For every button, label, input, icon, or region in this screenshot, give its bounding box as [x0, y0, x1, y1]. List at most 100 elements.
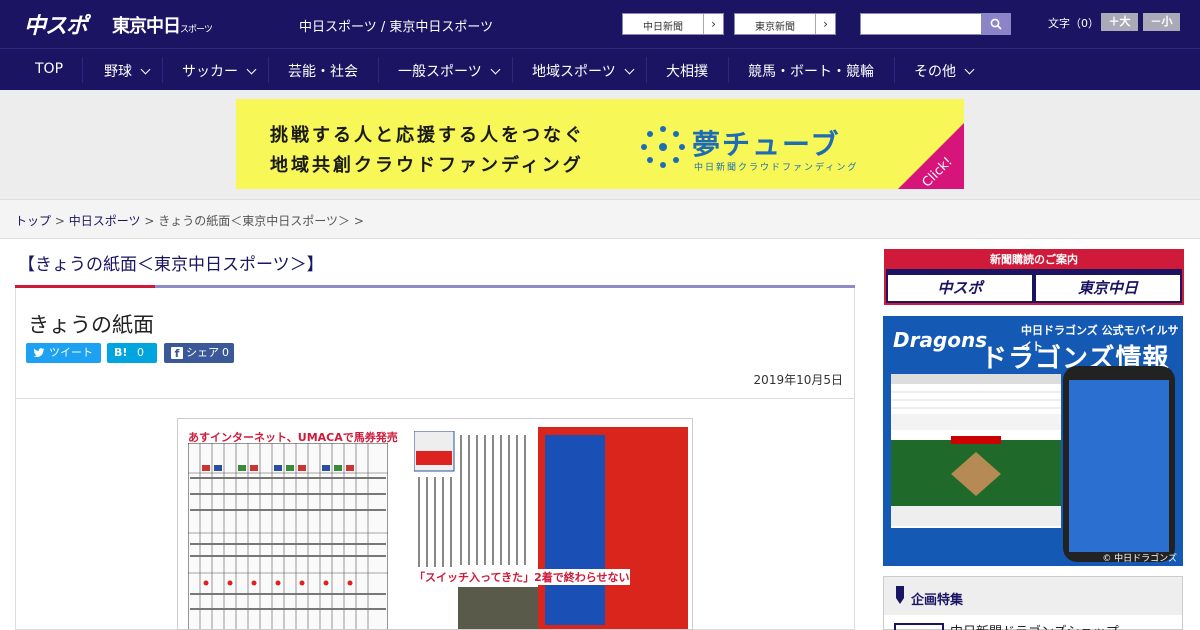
font-size-label: 文字（0）	[1048, 17, 1099, 30]
nav-item-racing[interactable]: 競馬・ボート・競輪	[748, 61, 874, 81]
banner-line-1: 挑戦する人と応援する人をつなぐ	[270, 125, 585, 146]
subscription-title: 新聞購読のご案内	[886, 251, 1182, 269]
dragons-logo: Dragons	[893, 328, 988, 352]
nav-label: TOP	[35, 61, 64, 77]
race-card-table-graphic	[188, 443, 388, 629]
breadcrumb-separator: >	[353, 214, 364, 228]
breadcrumb-trail: トップ > 中日スポーツ > きょうの紙面＜東京中日スポーツ＞ >	[15, 212, 364, 229]
newspaper-front-page-image[interactable]: あすインターネット、UMACAで馬券発売 「スイッチ入ってきた」2着で終わらせな…	[177, 418, 693, 630]
twitter-icon	[33, 348, 45, 358]
chuspo-logo[interactable]: 中スポ	[24, 8, 88, 40]
nav-divider	[162, 57, 163, 83]
facebook-share-label: シェア	[186, 346, 219, 359]
search-input[interactable]	[860, 13, 982, 35]
chevron-down-icon	[246, 64, 257, 75]
hatena-bookmark-button[interactable]: B! 0	[107, 343, 157, 363]
tokyo-logo-small: スポーツ	[180, 25, 213, 35]
newspaper-caption: 「スイッチ入ってきた」2着で終わらせない	[414, 569, 630, 585]
tokyo-logo-text: 東京中日	[112, 16, 181, 37]
main-nav: TOP 野球 サッカー 芸能・社会 一般スポーツ 地域スポーツ 大相撲 競馬・ボ…	[0, 48, 1200, 90]
nav-divider	[268, 57, 269, 83]
article-divider	[16, 398, 854, 399]
special-features-header: 企画特集	[884, 577, 1182, 615]
hatena-bookmark-icon: B!	[114, 346, 128, 359]
chevron-down-icon	[490, 64, 501, 75]
nav-label: 一般スポーツ	[398, 64, 482, 80]
chevron-right-icon: ›	[703, 14, 723, 34]
banner-line-2: 地域共創クラウドファンディング	[270, 155, 584, 176]
chevron-right-icon: ›	[815, 14, 835, 34]
search-icon	[990, 18, 1002, 30]
tokyo-shimbun-label: 東京新聞	[755, 22, 795, 33]
nav-divider	[512, 57, 513, 83]
nav-item-baseball[interactable]: 野球	[104, 61, 151, 81]
facebook-share-button[interactable]: f シェア 0	[164, 343, 234, 363]
article-date: 2019年10月5日	[753, 373, 843, 387]
nav-divider	[646, 57, 647, 83]
tokyo-chunichi-logo[interactable]: 東京中日スポーツ	[112, 12, 213, 38]
ribbon-icon	[896, 586, 904, 604]
banner-area: 挑戦する人と応援する人をつなぐ 地域共創クラウドファンディング 夢チューブ 中日…	[0, 90, 1200, 200]
subscription-box: 新聞購読のご案内 中スポ 東京中日	[884, 249, 1184, 305]
dragons-shop-thumbnail[interactable]	[894, 623, 944, 630]
nav-item-entertainment[interactable]: 芸能・社会	[288, 61, 358, 81]
banner-brand-sub: 中日新聞クラウドファンディング	[694, 163, 859, 173]
site-header: 中スポ 東京中日スポーツ 中日スポーツ / 東京中日スポーツ 中日新聞 › 東京…	[0, 0, 1200, 48]
nav-item-sumo[interactable]: 大相撲	[666, 61, 708, 81]
chevron-down-icon	[140, 64, 151, 75]
nav-label: 競馬・ボート・競輪	[748, 64, 874, 80]
nav-divider	[82, 57, 83, 83]
chevron-down-icon	[624, 64, 635, 75]
facebook-count: 0	[222, 346, 229, 359]
scoreboard-graphic	[891, 374, 1061, 558]
yume-tube-dots-icon	[641, 126, 685, 168]
breadcrumb-current: きょうの紙面＜東京中日スポーツ＞	[158, 214, 350, 228]
article-title: きょうの紙面	[28, 313, 154, 337]
nav-label: 野球	[104, 64, 132, 80]
crowdfunding-banner[interactable]: 挑戦する人と応援する人をつなぐ 地域共創クラウドファンディング 夢チューブ 中日…	[236, 99, 964, 189]
font-size-down-button[interactable]: －小	[1143, 13, 1180, 31]
nav-item-other[interactable]: その他	[914, 61, 975, 81]
phone-mockup	[1063, 366, 1175, 562]
breadcrumb-chunichi-sports[interactable]: 中日スポーツ	[69, 214, 141, 228]
tokyo-shimbun-button[interactable]: 東京新聞 ›	[734, 13, 836, 35]
special-features-box: 企画特集 中日新聞ドラゴンズショップ	[883, 576, 1183, 630]
nav-label: サッカー	[182, 64, 238, 80]
nav-divider	[378, 57, 379, 83]
chunichi-shimbun-button[interactable]: 中日新聞 ›	[622, 13, 724, 35]
dragons-copyright: © 中日ドラゴンズ	[1102, 554, 1177, 564]
subscribe-tokyo-chunichi-button[interactable]: 東京中日	[1036, 275, 1180, 301]
nav-item-local-sports[interactable]: 地域スポーツ	[532, 61, 635, 81]
special-features-title: 企画特集	[911, 593, 964, 608]
phone-screen	[1069, 380, 1169, 552]
nav-item-soccer[interactable]: サッカー	[182, 61, 257, 81]
nav-item-general-sports[interactable]: 一般スポーツ	[398, 61, 501, 81]
nav-label: 地域スポーツ	[532, 64, 616, 80]
subscribe-chuspo-button[interactable]: 中スポ	[888, 275, 1032, 301]
headline-blue-panel	[545, 435, 605, 625]
newspaper-photo	[458, 587, 538, 629]
click-corner-icon: Click!	[898, 123, 964, 189]
nav-divider	[894, 57, 895, 83]
breadcrumb-separator: >	[54, 214, 65, 228]
font-size-up-button[interactable]: ＋大	[1101, 13, 1138, 31]
nav-label: 芸能・社会	[288, 64, 358, 80]
scoreboard-screenshot	[891, 374, 1061, 558]
special-item-dragons-shop[interactable]: 中日新聞ドラゴンズショップ	[950, 621, 1119, 630]
nav-item-top[interactable]: TOP	[35, 61, 63, 77]
hatena-count: 0	[137, 346, 144, 359]
chevron-down-icon	[964, 64, 975, 75]
search-button[interactable]	[982, 13, 1011, 35]
tweet-button[interactable]: ツイート	[26, 343, 101, 363]
breadcrumb-separator: >	[144, 214, 155, 228]
chunichi-shimbun-label: 中日新聞	[643, 22, 683, 33]
nav-label: その他	[914, 64, 956, 80]
nav-label: 大相撲	[666, 64, 708, 80]
page-title: 【きょうの紙面＜東京中日スポーツ＞】	[18, 255, 324, 275]
facebook-icon: f	[171, 347, 183, 360]
nav-divider	[728, 57, 729, 83]
breadcrumb: トップ > 中日スポーツ > きょうの紙面＜東京中日スポーツ＞ >	[0, 200, 1200, 239]
dragons-mobile-banner[interactable]: Dragons 中日ドラゴンズ 公式モバイルサイト ドラゴンズ情報 © 中日ドラ…	[883, 316, 1183, 566]
breadcrumb-top[interactable]: トップ	[15, 214, 51, 228]
banner-brand: 夢チューブ	[692, 128, 841, 161]
